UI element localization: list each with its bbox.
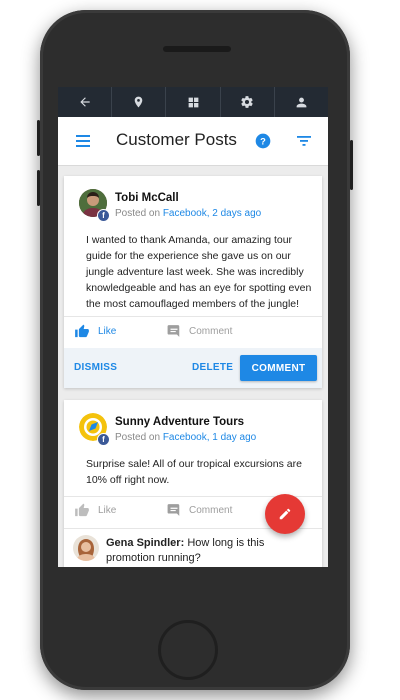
system-nav-bar: [58, 87, 328, 117]
comment-label: Comment: [189, 504, 233, 516]
dismiss-button[interactable]: DISMISS: [74, 362, 117, 373]
like-label: Like: [98, 326, 117, 337]
page-title: Customer Posts: [116, 130, 237, 149]
filter-icon: [297, 136, 311, 146]
svg-text:?: ?: [260, 136, 266, 146]
power-button: [350, 140, 353, 190]
comment-icon: [167, 325, 180, 337]
post-author: Sunny Adventure Tours: [115, 416, 245, 428]
moderation-bar: DISMISS DELETE COMMENT: [64, 348, 322, 388]
pencil-icon: [279, 508, 291, 520]
nav-settings-button[interactable]: [221, 87, 275, 117]
post-card: f Sunny Adventure Tours Posted on Facebo…: [64, 400, 322, 567]
person-icon: [296, 97, 307, 107]
side-button: [37, 120, 40, 156]
help-icon: ?: [255, 133, 271, 149]
gear-icon: [241, 96, 253, 108]
like-button[interactable]: Like: [74, 324, 116, 339]
compose-fab[interactable]: [265, 494, 305, 534]
thumbs-up-icon: [75, 503, 89, 517]
delete-button[interactable]: DELETE: [192, 362, 233, 373]
facebook-icon: f: [97, 209, 110, 222]
avatar: [73, 535, 99, 561]
like-label: Like: [98, 505, 117, 516]
post-meta-prefix: Posted on: [115, 432, 163, 443]
nav-back-button[interactable]: [58, 87, 113, 117]
menu-button[interactable]: [72, 131, 94, 151]
reply-author: Gena Spindler:: [106, 537, 185, 549]
back-arrow-icon: [79, 97, 90, 107]
comment-action[interactable]: Comment: [167, 324, 232, 338]
nav-dashboard-button[interactable]: [166, 87, 221, 117]
post-meta: Posted on Facebook, 2 days ago: [115, 208, 261, 219]
comment-icon: [167, 504, 180, 516]
post-source-link[interactable]: Facebook, 2 days ago: [163, 208, 261, 219]
comment-button[interactable]: COMMENT: [240, 355, 317, 381]
post-text: I wanted to thank Amanda, our amazing to…: [86, 234, 312, 310]
facebook-icon: f: [97, 433, 110, 446]
dashboard-grid-icon: [188, 97, 198, 107]
side-button: [37, 170, 40, 206]
earpiece-speaker: [163, 46, 231, 52]
post-author: Tobi McCall: [115, 192, 179, 204]
app-bar: Customer Posts ?: [58, 117, 328, 166]
comment-label: Comment: [189, 325, 233, 337]
phone-screen: Customer Posts ? f Tobi McCall Posted on…: [58, 87, 328, 567]
post-card: f Tobi McCall Posted on Facebook, 2 days…: [64, 176, 322, 388]
help-button[interactable]: ?: [254, 132, 272, 150]
nav-profile-button[interactable]: [275, 87, 328, 117]
post-meta-prefix: Posted on: [115, 208, 163, 219]
comment-action[interactable]: Comment: [167, 503, 232, 517]
thumbs-up-icon: [75, 324, 89, 338]
like-button[interactable]: Like: [74, 503, 116, 518]
reply-text: Gena Spindler: How long is this promotio…: [106, 536, 306, 566]
post-source-link[interactable]: Facebook, 1 day ago: [163, 432, 256, 443]
filter-button[interactable]: [295, 133, 313, 149]
post-meta: Posted on Facebook, 1 day ago: [115, 432, 256, 443]
divider: [64, 316, 322, 317]
nav-location-button[interactable]: [112, 87, 167, 117]
location-pin-icon: [135, 96, 143, 108]
post-text: Surprise sale! All of our tropical excur…: [86, 458, 302, 486]
home-button[interactable]: [158, 620, 218, 680]
menu-icon: [76, 135, 90, 147]
